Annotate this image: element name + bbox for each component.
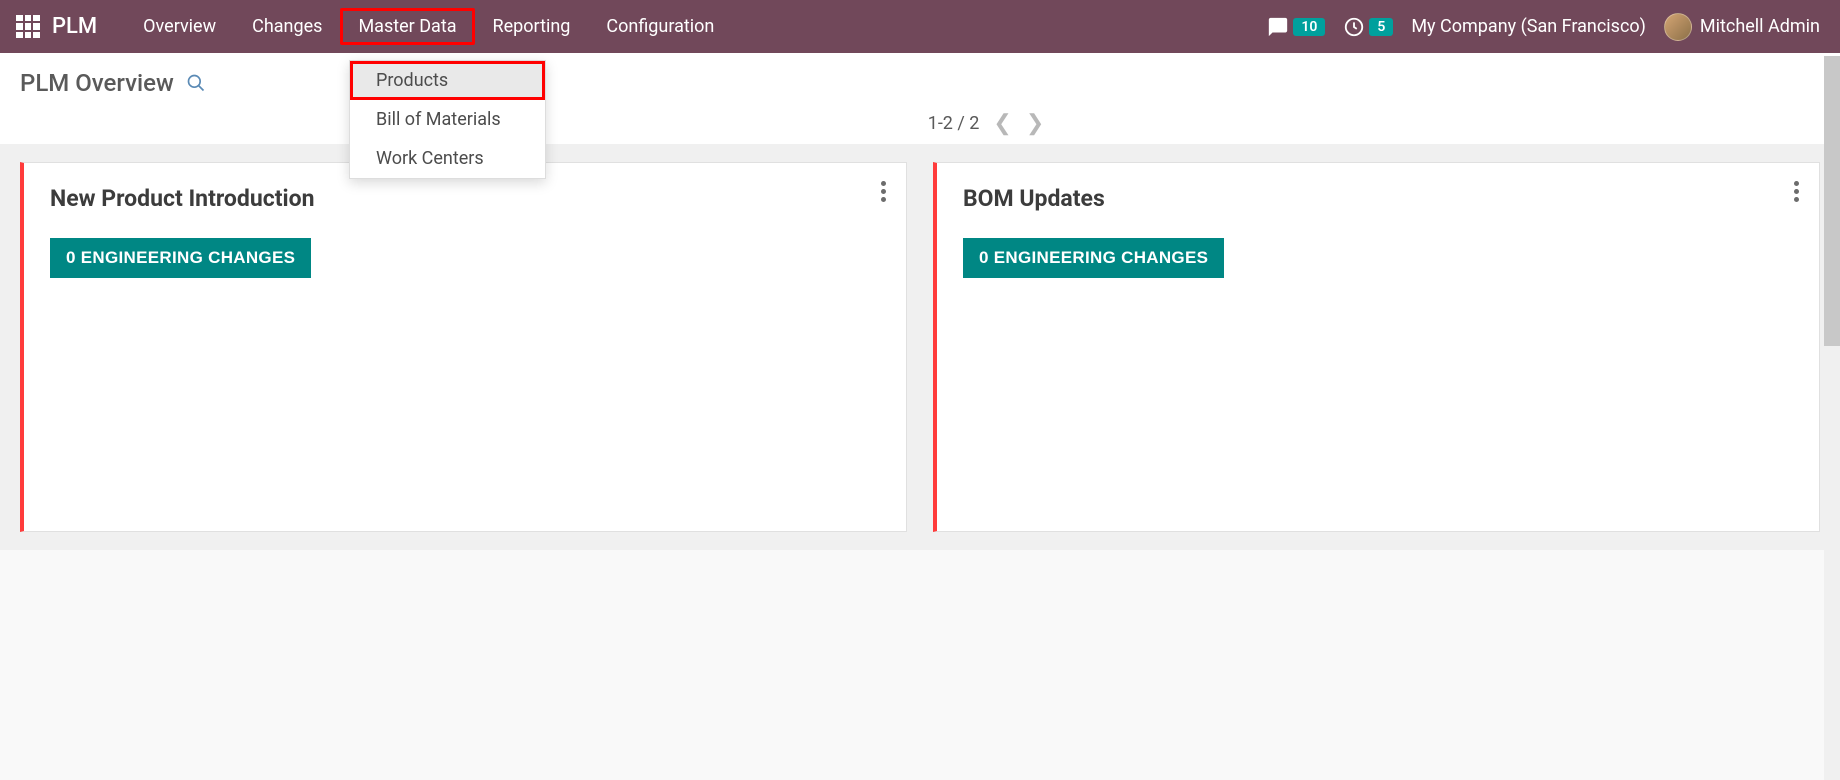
activities-button[interactable]: 5 — [1343, 16, 1393, 38]
nav-changes[interactable]: Changes — [234, 8, 340, 45]
vertical-scrollbar[interactable] — [1824, 56, 1840, 780]
pager-prev[interactable]: ❮ — [993, 111, 1011, 136]
engineering-changes-button[interactable]: 0 ENGINEERING CHANGES — [50, 238, 311, 278]
card-menu-button[interactable] — [881, 181, 886, 202]
brand[interactable]: PLM — [52, 14, 97, 39]
dropdown-work-centers[interactable]: Work Centers — [350, 139, 545, 178]
nav-overview[interactable]: Overview — [125, 8, 234, 45]
dropdown-products[interactable]: Products — [350, 61, 545, 100]
pager-row: 1-2 / 2 ❮ ❯ — [0, 105, 1840, 144]
nav-master-data[interactable]: Master Data — [340, 8, 474, 45]
user-menu[interactable]: Mitchell Admin — [1664, 13, 1820, 41]
nav-right: 10 5 My Company (San Francisco) Mitchell… — [1267, 13, 1830, 41]
dropdown-bom[interactable]: Bill of Materials — [350, 100, 545, 139]
nav-reporting[interactable]: Reporting — [475, 8, 589, 45]
messages-badge: 10 — [1293, 18, 1325, 36]
page-title-row: PLM Overview — [20, 69, 206, 97]
clock-icon — [1343, 16, 1365, 38]
nav-configuration[interactable]: Configuration — [588, 8, 732, 45]
username: Mitchell Admin — [1700, 16, 1820, 37]
subheader: PLM Overview — [0, 53, 1840, 105]
messages-button[interactable]: 10 — [1267, 16, 1325, 38]
card-title: BOM Updates — [963, 185, 1793, 212]
card-bom-updates: BOM Updates 0 ENGINEERING CHANGES — [933, 162, 1820, 532]
chat-icon — [1267, 16, 1289, 38]
pager: 1-2 / 2 ❮ ❯ — [928, 111, 1045, 136]
top-nav: PLM Overview Changes Master Data Reporti… — [0, 0, 1840, 53]
page-title: PLM Overview — [20, 69, 174, 97]
kebab-icon — [881, 181, 886, 202]
card-title: New Product Introduction — [50, 185, 880, 212]
card-new-product-introduction: New Product Introduction 0 ENGINEERING C… — [20, 162, 907, 532]
kebab-icon — [1794, 181, 1799, 202]
master-data-dropdown: Products Bill of Materials Work Centers — [349, 60, 546, 179]
search-icon[interactable] — [186, 73, 206, 93]
engineering-changes-button[interactable]: 0 ENGINEERING CHANGES — [963, 238, 1224, 278]
activities-badge: 5 — [1369, 18, 1393, 36]
scrollbar-thumb[interactable] — [1824, 56, 1840, 346]
apps-icon[interactable] — [16, 15, 40, 39]
company-selector[interactable]: My Company (San Francisco) — [1411, 16, 1646, 37]
cards-container: New Product Introduction 0 ENGINEERING C… — [0, 144, 1840, 550]
card-menu-button[interactable] — [1794, 181, 1799, 202]
avatar — [1664, 13, 1692, 41]
pager-next[interactable]: ❯ — [1026, 111, 1044, 136]
pager-text: 1-2 / 2 — [928, 113, 980, 134]
